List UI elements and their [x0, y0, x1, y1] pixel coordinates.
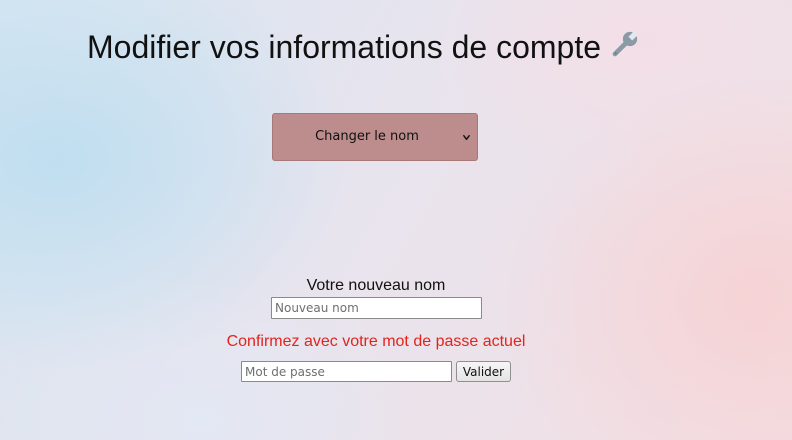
page-title-text: Modifier vos informations de compte [87, 28, 601, 65]
action-select-value: Changer le nom [315, 129, 419, 144]
action-select[interactable]: Changer le nom [272, 113, 478, 161]
new-name-label: Votre nouveau nom [306, 277, 446, 294]
submit-button[interactable]: Valider [456, 361, 511, 382]
new-name-input[interactable] [271, 297, 482, 319]
wrench-icon [612, 30, 638, 56]
chevron-down-icon [463, 134, 470, 141]
page-title: Modifier vos informations de compte [87, 24, 641, 67]
password-input[interactable] [241, 361, 452, 382]
confirm-password-label: Confirmez avec votre mot de passe actuel [226, 333, 526, 350]
